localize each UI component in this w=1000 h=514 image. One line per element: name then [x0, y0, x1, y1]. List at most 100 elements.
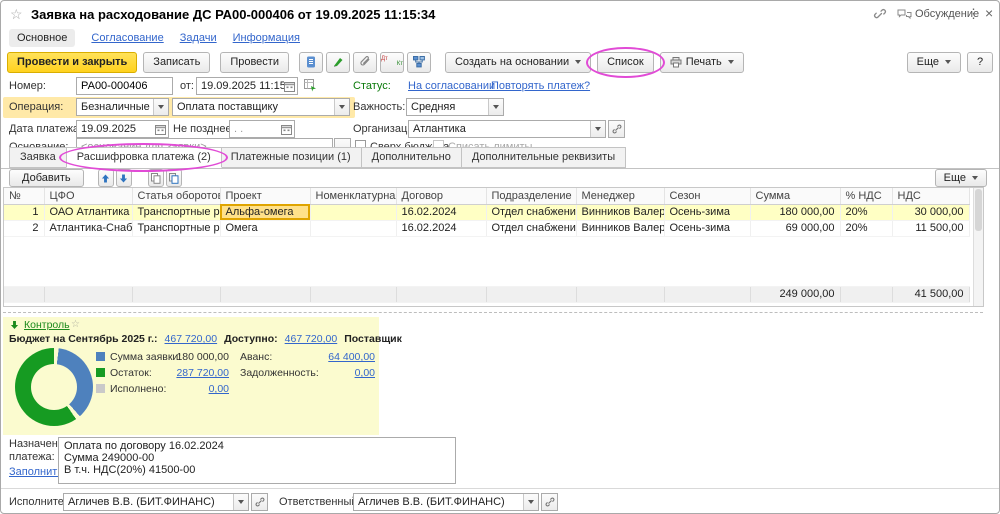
print-button[interactable]: Печать: [659, 51, 744, 73]
create-based-on-button[interactable]: Создать на основании: [444, 51, 592, 73]
total-vat: 41 500,00: [892, 285, 970, 303]
col-vat-rate[interactable]: % НДС: [840, 188, 893, 205]
rest-value-link[interactable]: 287 720,00: [155, 367, 229, 379]
nav-item-main[interactable]: Основное: [9, 29, 76, 47]
edoc-icon: [306, 56, 316, 68]
done-value-link[interactable]: 0,00: [155, 383, 229, 395]
table-row[interactable]: 2 Атлантика-Снабжение Транспортные расхо…: [4, 220, 970, 237]
col-vat[interactable]: НДС: [892, 188, 970, 205]
title-bar: ☆ Заявка на расходование ДС РА00-000406 …: [1, 1, 999, 27]
total-sum: 249 000,00: [750, 285, 841, 303]
executor-field[interactable]: Агличев В.В. (БИТ.ФИНАНС): [63, 493, 249, 511]
move-up-button[interactable]: [97, 169, 114, 187]
fill-link[interactable]: Заполнить: [9, 466, 63, 478]
operation-kind-select[interactable]: Оплата поставщику: [172, 98, 350, 116]
status-link[interactable]: На согласовании: [408, 80, 495, 92]
calendar-icon[interactable]: [155, 124, 166, 135]
grid-more-button[interactable]: Еще: [934, 169, 987, 187]
nav-item-tasks[interactable]: Задачи: [180, 32, 217, 44]
edoc-button[interactable]: [298, 51, 323, 73]
table-scrollbar[interactable]: [973, 188, 983, 306]
nav-item-approval[interactable]: Согласование: [91, 32, 163, 44]
operation-type-select[interactable]: Безналичные: [76, 98, 169, 116]
repeat-payment-link[interactable]: Повторять платеж?: [491, 80, 590, 92]
tab-strip: Заявка Расшифровка платежа (2) Платежные…: [1, 143, 999, 172]
chevron-down-icon: [575, 60, 582, 64]
purpose-textarea[interactable]: Оплата по договору 16.02.2024 Сумма 2490…: [58, 437, 456, 484]
tab-request[interactable]: Заявка: [9, 147, 67, 168]
col-department[interactable]: Подразделение: [486, 188, 577, 205]
nav-item-info[interactable]: Информация: [233, 32, 300, 44]
splitter[interactable]: [3, 312, 983, 313]
date-field[interactable]: 19.09.2025 11:15:34: [196, 77, 298, 95]
col-cfo[interactable]: ЦФО: [44, 188, 133, 205]
col-project[interactable]: Проект: [220, 188, 311, 205]
tab-additional[interactable]: Дополнительно: [360, 147, 462, 168]
budget-summary-line: Бюджет на Сентябрь 2025 г.: 467 720,00 Д…: [9, 333, 402, 345]
scrollbar-thumb[interactable]: [975, 189, 982, 231]
kebab-menu-icon[interactable]: ⋮: [967, 6, 980, 22]
current-cell[interactable]: Альфа-омега: [220, 204, 311, 221]
tab-payment-positions[interactable]: Платежные позиции (1): [219, 147, 362, 168]
chevron-down-icon[interactable]: [233, 494, 248, 510]
col-sum[interactable]: Сумма: [750, 188, 841, 205]
post-and-close-button[interactable]: Провести и закрыть: [7, 51, 138, 73]
refresh-star-icon[interactable]: ☆: [71, 319, 80, 330]
chevron-down-icon[interactable]: [523, 494, 538, 510]
favorite-star-icon[interactable]: ☆: [10, 6, 23, 23]
add-row-button[interactable]: Добавить: [9, 169, 84, 187]
chevron-down-icon: [945, 60, 951, 64]
debt-value-link[interactable]: 0,00: [303, 367, 375, 379]
copy-button[interactable]: [147, 169, 164, 187]
tab-additional-attrs[interactable]: Дополнительные реквизиты: [460, 147, 627, 168]
advance-value-link[interactable]: 64 400,00: [303, 351, 375, 363]
budget-value-link[interactable]: 467 720,00: [165, 333, 218, 345]
responsible-link-button[interactable]: [541, 493, 558, 511]
organization-link-button[interactable]: [608, 120, 625, 138]
close-icon[interactable]: ×: [985, 5, 993, 21]
more-button[interactable]: Еще: [906, 51, 961, 73]
chevron-down-icon[interactable]: [488, 99, 503, 115]
postings-button[interactable]: Дт Кт: [379, 51, 404, 73]
discussion-icon[interactable]: [897, 9, 912, 21]
attachments-button[interactable]: [352, 51, 377, 73]
available-label: Доступно:: [224, 333, 278, 345]
post-button[interactable]: Провести: [220, 51, 289, 73]
col-article[interactable]: Статья оборотов: [132, 188, 221, 205]
executor-link-button[interactable]: [251, 493, 268, 511]
help-button[interactable]: ?: [967, 51, 993, 73]
budget-control-panel: Контроль ☆ Бюджет на Сентябрь 2025 г.: 4…: [3, 317, 402, 435]
collapse-arrow-icon[interactable]: [10, 320, 19, 330]
related-documents-button[interactable]: [406, 51, 431, 73]
history-icon[interactable]: [304, 79, 317, 92]
paste-button[interactable]: [165, 169, 182, 187]
col-season[interactable]: Сезон: [664, 188, 751, 205]
col-num[interactable]: №: [4, 188, 45, 205]
col-manager[interactable]: Менеджер: [576, 188, 665, 205]
save-button[interactable]: Записать: [143, 51, 211, 73]
calendar-icon[interactable]: [284, 81, 295, 92]
get-link-icon[interactable]: [873, 8, 887, 22]
payment-date-field[interactable]: 19.09.2025: [76, 120, 169, 138]
calendar-icon[interactable]: [281, 124, 292, 135]
tab-payment-breakdown[interactable]: Расшифровка платежа (2): [65, 147, 222, 168]
move-down-button[interactable]: [115, 169, 132, 187]
responsible-field[interactable]: Агличев В.В. (БИТ.ФИНАНС): [353, 493, 539, 511]
list-button[interactable]: Список: [597, 51, 654, 73]
table-header-row: № ЦФО Статья оборотов Проект Номенклатур…: [4, 188, 970, 205]
credit-icon: Кт: [396, 61, 403, 67]
col-contract[interactable]: Договор: [396, 188, 487, 205]
table-row[interactable]: 1 ОАО Атлантика Транспортные расходы Аль…: [4, 204, 970, 221]
chevron-down-icon[interactable]: [153, 99, 168, 115]
available-value-link[interactable]: 467 720,00: [285, 333, 338, 345]
chevron-down-icon[interactable]: [590, 121, 605, 137]
number-field[interactable]: [76, 77, 173, 95]
control-link[interactable]: Контроль: [24, 319, 70, 331]
not-later-field[interactable]: . .: [229, 120, 295, 138]
importance-select[interactable]: Средняя: [406, 98, 504, 116]
col-nomgroup[interactable]: Номенклатурная группа: [310, 188, 397, 205]
sign-button[interactable]: [325, 51, 350, 73]
chevron-down-icon[interactable]: [334, 99, 349, 115]
organization-field[interactable]: Атлантика: [408, 120, 606, 138]
legend-swatch-done: [96, 384, 105, 393]
